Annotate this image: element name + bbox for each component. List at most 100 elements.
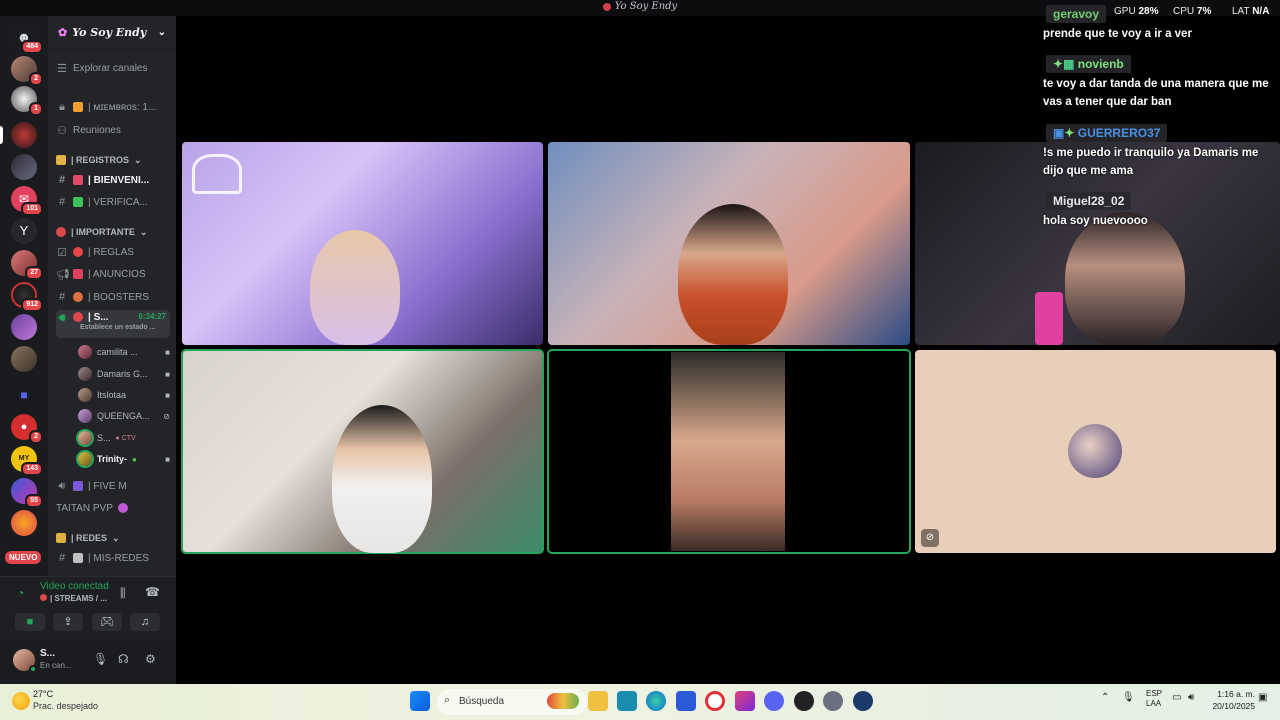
server-icon[interactable] (11, 154, 37, 180)
folder-icon[interactable]: ■ (11, 382, 37, 408)
video-tile-speaking[interactable] (181, 349, 544, 554)
obs-icon[interactable] (794, 691, 814, 711)
network-icon[interactable]: ▭ (1172, 692, 1181, 703)
voice-member[interactable]: S... ● CTV (76, 428, 170, 448)
disconnect-icon[interactable]: ☎ (145, 585, 160, 599)
participant-video (678, 204, 788, 345)
chat-overlay: geravoy prende que te voy a ir a ver ✦▦ … (1040, 0, 1280, 240)
member-name: Damaris G... (97, 369, 148, 379)
voice-member[interactable]: Damaris G... ■ (78, 364, 170, 384)
activity-button[interactable]: 🎮︎ (92, 613, 122, 631)
video-tile-speaking[interactable] (547, 349, 911, 554)
noise-suppression-icon[interactable]: ⫼ (120, 586, 126, 601)
voice-member[interactable]: camilita ... ■ (78, 342, 170, 362)
category-importante[interactable]: | IMPORTANTE ⌄ (56, 222, 170, 242)
headphones-icon[interactable]: ☊ (118, 652, 129, 666)
discord-icon[interactable] (764, 691, 784, 711)
server-icon[interactable]: 2 (11, 56, 43, 86)
chevron-down-icon: ⌄ (112, 532, 120, 543)
channel-members[interactable]: 🔒︎ | ᴍɪᴇᴍʙʀᴏs: 1... (56, 97, 170, 117)
channel-anuncios[interactable]: 📢︎ | ANUNCIOS (56, 264, 170, 284)
app-icon[interactable] (617, 691, 637, 711)
clock[interactable]: 1:16 a. m. 20/10/2025 (1207, 688, 1255, 712)
channel-misredes[interactable]: # | MIS-REDES (56, 548, 170, 568)
channel-taitan[interactable]: TAITAN PVP (56, 498, 170, 518)
emoji-icon (117, 503, 128, 513)
voice-channel-streams[interactable]: 🔊︎ | S... 6:34:27 Establece un estado ..… (56, 310, 170, 338)
member-name: Trinity- (97, 454, 128, 464)
server-icon[interactable]: MY 143 (11, 446, 43, 476)
channel-reglas[interactable]: ☑ | REGLAS (56, 242, 170, 262)
language-indicator[interactable]: ESP LAA (1146, 689, 1162, 709)
camera-button[interactable]: ■ (15, 613, 45, 631)
video-tile[interactable]: ⊘ (915, 350, 1276, 553)
channel-boosters[interactable]: # | BOOSTERS (56, 287, 170, 307)
video-tile[interactable] (548, 142, 910, 345)
file-explorer-icon[interactable] (588, 691, 608, 711)
video-tile[interactable] (182, 142, 543, 345)
explore-channels[interactable]: ☰ Explorar canales (56, 58, 170, 78)
start-button[interactable] (410, 691, 430, 711)
microphone-icon[interactable]: 🎙︎ (93, 652, 108, 666)
badge-icon: ▣ (1053, 126, 1065, 140)
server-icon[interactable] (11, 314, 37, 340)
channel-label: | ANUNCIOS (88, 268, 146, 280)
opera-icon[interactable] (705, 691, 725, 711)
category-redes[interactable]: | REDES ⌄ (56, 528, 170, 548)
channel-label: TAITAN PVP (56, 502, 113, 514)
server-icon[interactable]: 912 (11, 282, 43, 312)
new-badge[interactable]: NUEVO (5, 551, 42, 564)
store-icon[interactable] (676, 691, 696, 711)
steam-icon[interactable] (853, 691, 873, 711)
server-icon[interactable]: 1 (11, 86, 43, 116)
unread-badge: 101 (21, 202, 43, 216)
notification-icon[interactable]: ▣ (1258, 692, 1267, 703)
widgets-icon[interactable] (547, 693, 579, 709)
server-header[interactable]: ✿ Yo Soy Endy ⌄ (48, 16, 176, 50)
avatar (76, 429, 94, 447)
meetings-item[interactable]: ⚇ Reuniones (56, 120, 170, 140)
server-icon[interactable] (11, 346, 37, 372)
weather-sun-icon[interactable] (12, 692, 30, 710)
chat-username: ▣✦ GUERRERO37 (1046, 124, 1168, 142)
volume-icon[interactable]: 🔊︎ (1188, 692, 1194, 703)
edge-browser-icon[interactable] (646, 691, 666, 711)
server-icon[interactable]: ● 2 (11, 414, 43, 444)
signal-icon[interactable]: ◔ (17, 586, 24, 600)
user-name[interactable]: S... (40, 648, 55, 659)
server-icon[interactable]: 55 (11, 478, 43, 508)
screen-share-button[interactable]: ⇪ (53, 613, 83, 631)
weather-desc[interactable]: Prac. despejado (33, 701, 98, 711)
discord-home-button[interactable]: ☻ 484 (11, 24, 43, 54)
voice-member[interactable]: QUEENGA... ⊘ (78, 406, 170, 426)
category-registros[interactable]: | REGISTROS ⌄ (56, 150, 170, 170)
voice-status-hint[interactable]: Establece un estado ... (80, 324, 155, 331)
chat-username: ✦▦ novienb (1046, 55, 1131, 73)
window-title-text: Yo Soy Endy (614, 1, 678, 12)
category-label: | REDES (71, 533, 108, 543)
server-icon[interactable] (11, 510, 37, 536)
app-grid-icon[interactable] (735, 691, 755, 711)
gear-icon[interactable]: ⚙ (145, 652, 156, 666)
gpu-readout: GPU 28% (1114, 6, 1158, 17)
server-icon[interactable]: 27 (11, 250, 43, 280)
unread-badge: 912 (21, 298, 43, 312)
server-badge-icon: ✿ (58, 26, 68, 39)
channel-bienvenida[interactable]: # | BIENVENI... (56, 170, 170, 190)
soundboard-button[interactable]: ♫ (130, 613, 160, 631)
channel-verifica[interactable]: # | VERIFICA... (56, 192, 170, 212)
server-icon[interactable]: ✉ 101 (11, 186, 43, 216)
voice-connection-panel: ◔ Video conectad | STREAMS / ... ⫼ ☎ ■ ⇪… (0, 576, 176, 640)
weather-temp[interactable]: 27°C (33, 689, 53, 699)
server-icon-active[interactable] (0, 122, 37, 148)
voice-member[interactable]: Itslotaa ■ (78, 385, 170, 405)
settings-icon[interactable] (823, 691, 843, 711)
channel-fivem[interactable]: 🔊︎ | FIVE M (56, 476, 170, 496)
voice-member[interactable]: Trinity- ● ■ (76, 449, 170, 469)
emoji-icon (73, 175, 83, 185)
server-icon[interactable]: Y (11, 218, 37, 244)
voice-channel-label[interactable]: | STREAMS / ... (40, 594, 107, 603)
microphone-tray-icon[interactable]: 🎙︎ (1122, 692, 1135, 703)
chevron-up-icon[interactable]: ⌃ (1101, 692, 1109, 703)
no-entry-icon (73, 247, 83, 257)
